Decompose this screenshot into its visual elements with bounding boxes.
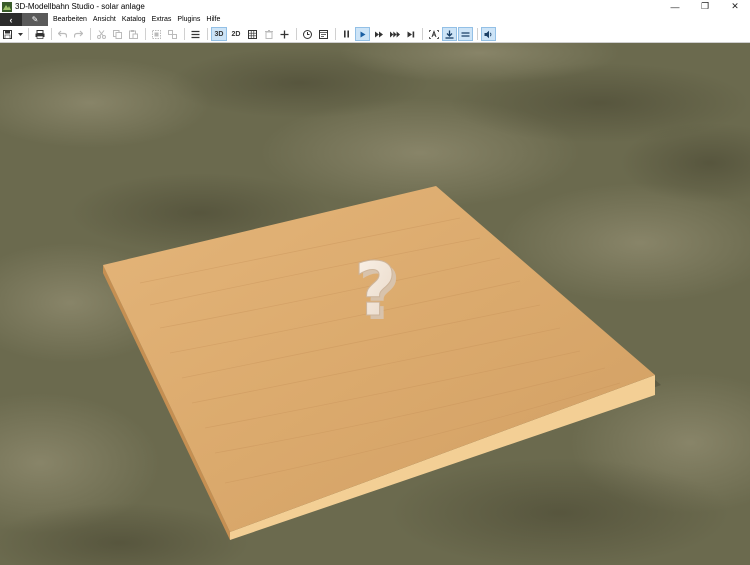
trash-icon[interactable] [261,27,276,41]
restore-button[interactable]: ❐ [690,0,720,13]
toolbar-separator [207,28,208,40]
back-button[interactable]: ‹ [0,13,22,26]
menu-hilfe[interactable]: Hilfe [203,13,223,26]
edit-mode-button[interactable]: ✎ [22,13,48,26]
print-icon[interactable] [32,27,47,41]
text-label-icon[interactable] [426,27,441,41]
save-icon[interactable] [0,27,15,41]
3d-viewport[interactable]: ? ? [0,43,750,565]
paste-icon[interactable] [126,27,141,41]
placeholder-question-object[interactable]: ? ? [354,247,401,338]
toolbar-separator [477,28,478,40]
toolbar: 3D 2D [0,26,750,43]
group-icon[interactable] [149,27,164,41]
menu-plugins[interactable]: Plugins [174,13,203,26]
window-title: 3D-Modellbahn Studio - solar anlage [15,2,145,11]
download-icon[interactable] [442,27,457,41]
clock-icon[interactable] [300,27,315,41]
view-3d-button[interactable]: 3D [211,27,227,41]
question-mark-symbol: ? [354,247,397,333]
toolbar-separator [335,28,336,40]
menu-extras[interactable]: Extras [149,13,175,26]
cut-icon[interactable] [94,27,109,41]
toolbar-separator [145,28,146,40]
copy-icon[interactable] [110,27,125,41]
toolbar-separator [184,28,185,40]
save-dropdown-icon[interactable] [16,27,24,41]
sound-icon[interactable] [481,27,496,41]
grid-icon[interactable] [245,27,260,41]
menu-katalog[interactable]: Katalog [119,13,149,26]
title-bar: 3D-Modellbahn Studio - solar anlage — ❐ … [0,0,750,13]
layers-icon[interactable] [188,27,203,41]
play-icon[interactable] [355,27,370,41]
fast-forward-icon[interactable] [371,27,386,41]
close-button[interactable]: ✕ [720,0,750,13]
panel-icon[interactable] [316,27,331,41]
toolbar-separator [28,28,29,40]
minimize-button[interactable]: — [660,0,690,13]
add-icon[interactable] [277,27,292,41]
toolbar-separator [51,28,52,40]
pause-icon[interactable] [339,27,354,41]
toolbar-separator [296,28,297,40]
step-icon[interactable] [403,27,418,41]
redo-icon[interactable] [71,27,86,41]
menu-bar: ‹ ✎ Bearbeiten Ansicht Katalog Extras Pl… [0,13,750,26]
menu-ansicht[interactable]: Ansicht [90,13,119,26]
lines-icon[interactable] [458,27,473,41]
toolbar-separator [90,28,91,40]
undo-icon[interactable] [55,27,70,41]
app-logo-icon [2,1,12,12]
ungroup-icon[interactable] [165,27,180,41]
view-2d-button[interactable]: 2D [228,27,244,41]
toolbar-separator [422,28,423,40]
menu-bearbeiten[interactable]: Bearbeiten [50,13,90,26]
faster-forward-icon[interactable] [387,27,402,41]
